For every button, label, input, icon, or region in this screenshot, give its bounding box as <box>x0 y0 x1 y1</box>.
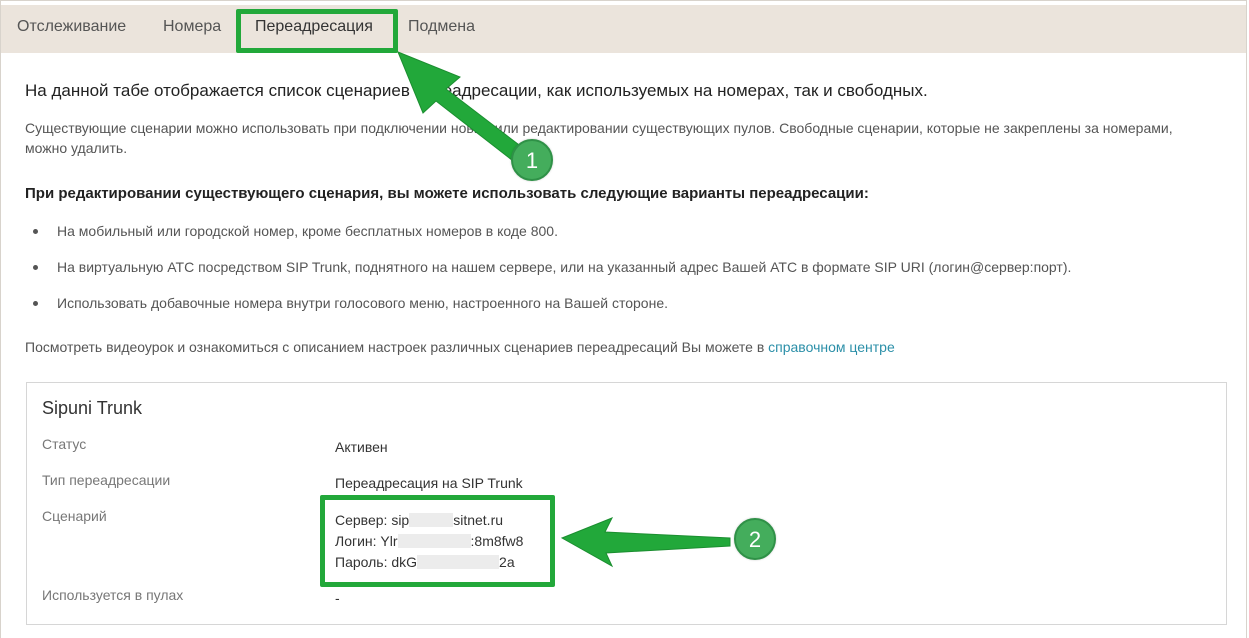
option-item-sip-trunk: На виртуальную АТС посредством SIP Trunk… <box>57 259 1072 275</box>
status-label: Статус <box>42 436 87 452</box>
tab-bar: Отслеживание Номера Переадресация Подмен… <box>1 5 1246 53</box>
tab-numbers[interactable]: Номера <box>163 18 221 36</box>
help-text-label: Посмотреть видеоурок и ознакомиться с оп… <box>25 339 765 355</box>
bullet-dot <box>33 301 38 306</box>
scenario-card <box>26 382 1227 625</box>
forwarding-type-label: Тип переадресации <box>42 472 171 488</box>
tab-tracking[interactable]: Отслеживание <box>17 18 126 36</box>
annotation-badge-1: 1 <box>511 139 553 181</box>
card-title: Sipuni Trunk <box>42 398 143 418</box>
status-value: Активен <box>335 439 388 455</box>
pools-value: - <box>335 590 340 606</box>
highlight-box-credentials <box>320 495 555 587</box>
help-center-link[interactable]: справочном центре <box>768 339 895 355</box>
pools-label: Используется в пулах <box>42 587 184 603</box>
bullet-dot <box>33 229 38 234</box>
bullet-dot <box>33 265 38 270</box>
annotation-badge-2: 2 <box>734 518 776 560</box>
option-item-extensions: Использовать добавочные номера внутри го… <box>57 295 669 311</box>
highlight-box-forwarding-tab <box>236 9 398 53</box>
intro-text-line1: Существующие сценарии можно использовать… <box>25 120 1173 136</box>
options-heading: При редактировании существующего сценари… <box>25 185 869 202</box>
intro-text-line2: можно удалить. <box>25 140 128 156</box>
scenario-label: Сценарий <box>42 508 107 524</box>
tab-substitution[interactable]: Подмена <box>408 18 475 36</box>
option-item-mobile: На мобильный или городской номер, кроме … <box>57 223 558 239</box>
intro-heading: На данной табе отображается список сцена… <box>25 81 928 100</box>
forwarding-type-value: Переадресация на SIP Trunk <box>335 475 523 491</box>
help-text: Посмотреть видеоурок и ознакомиться с оп… <box>25 339 895 355</box>
